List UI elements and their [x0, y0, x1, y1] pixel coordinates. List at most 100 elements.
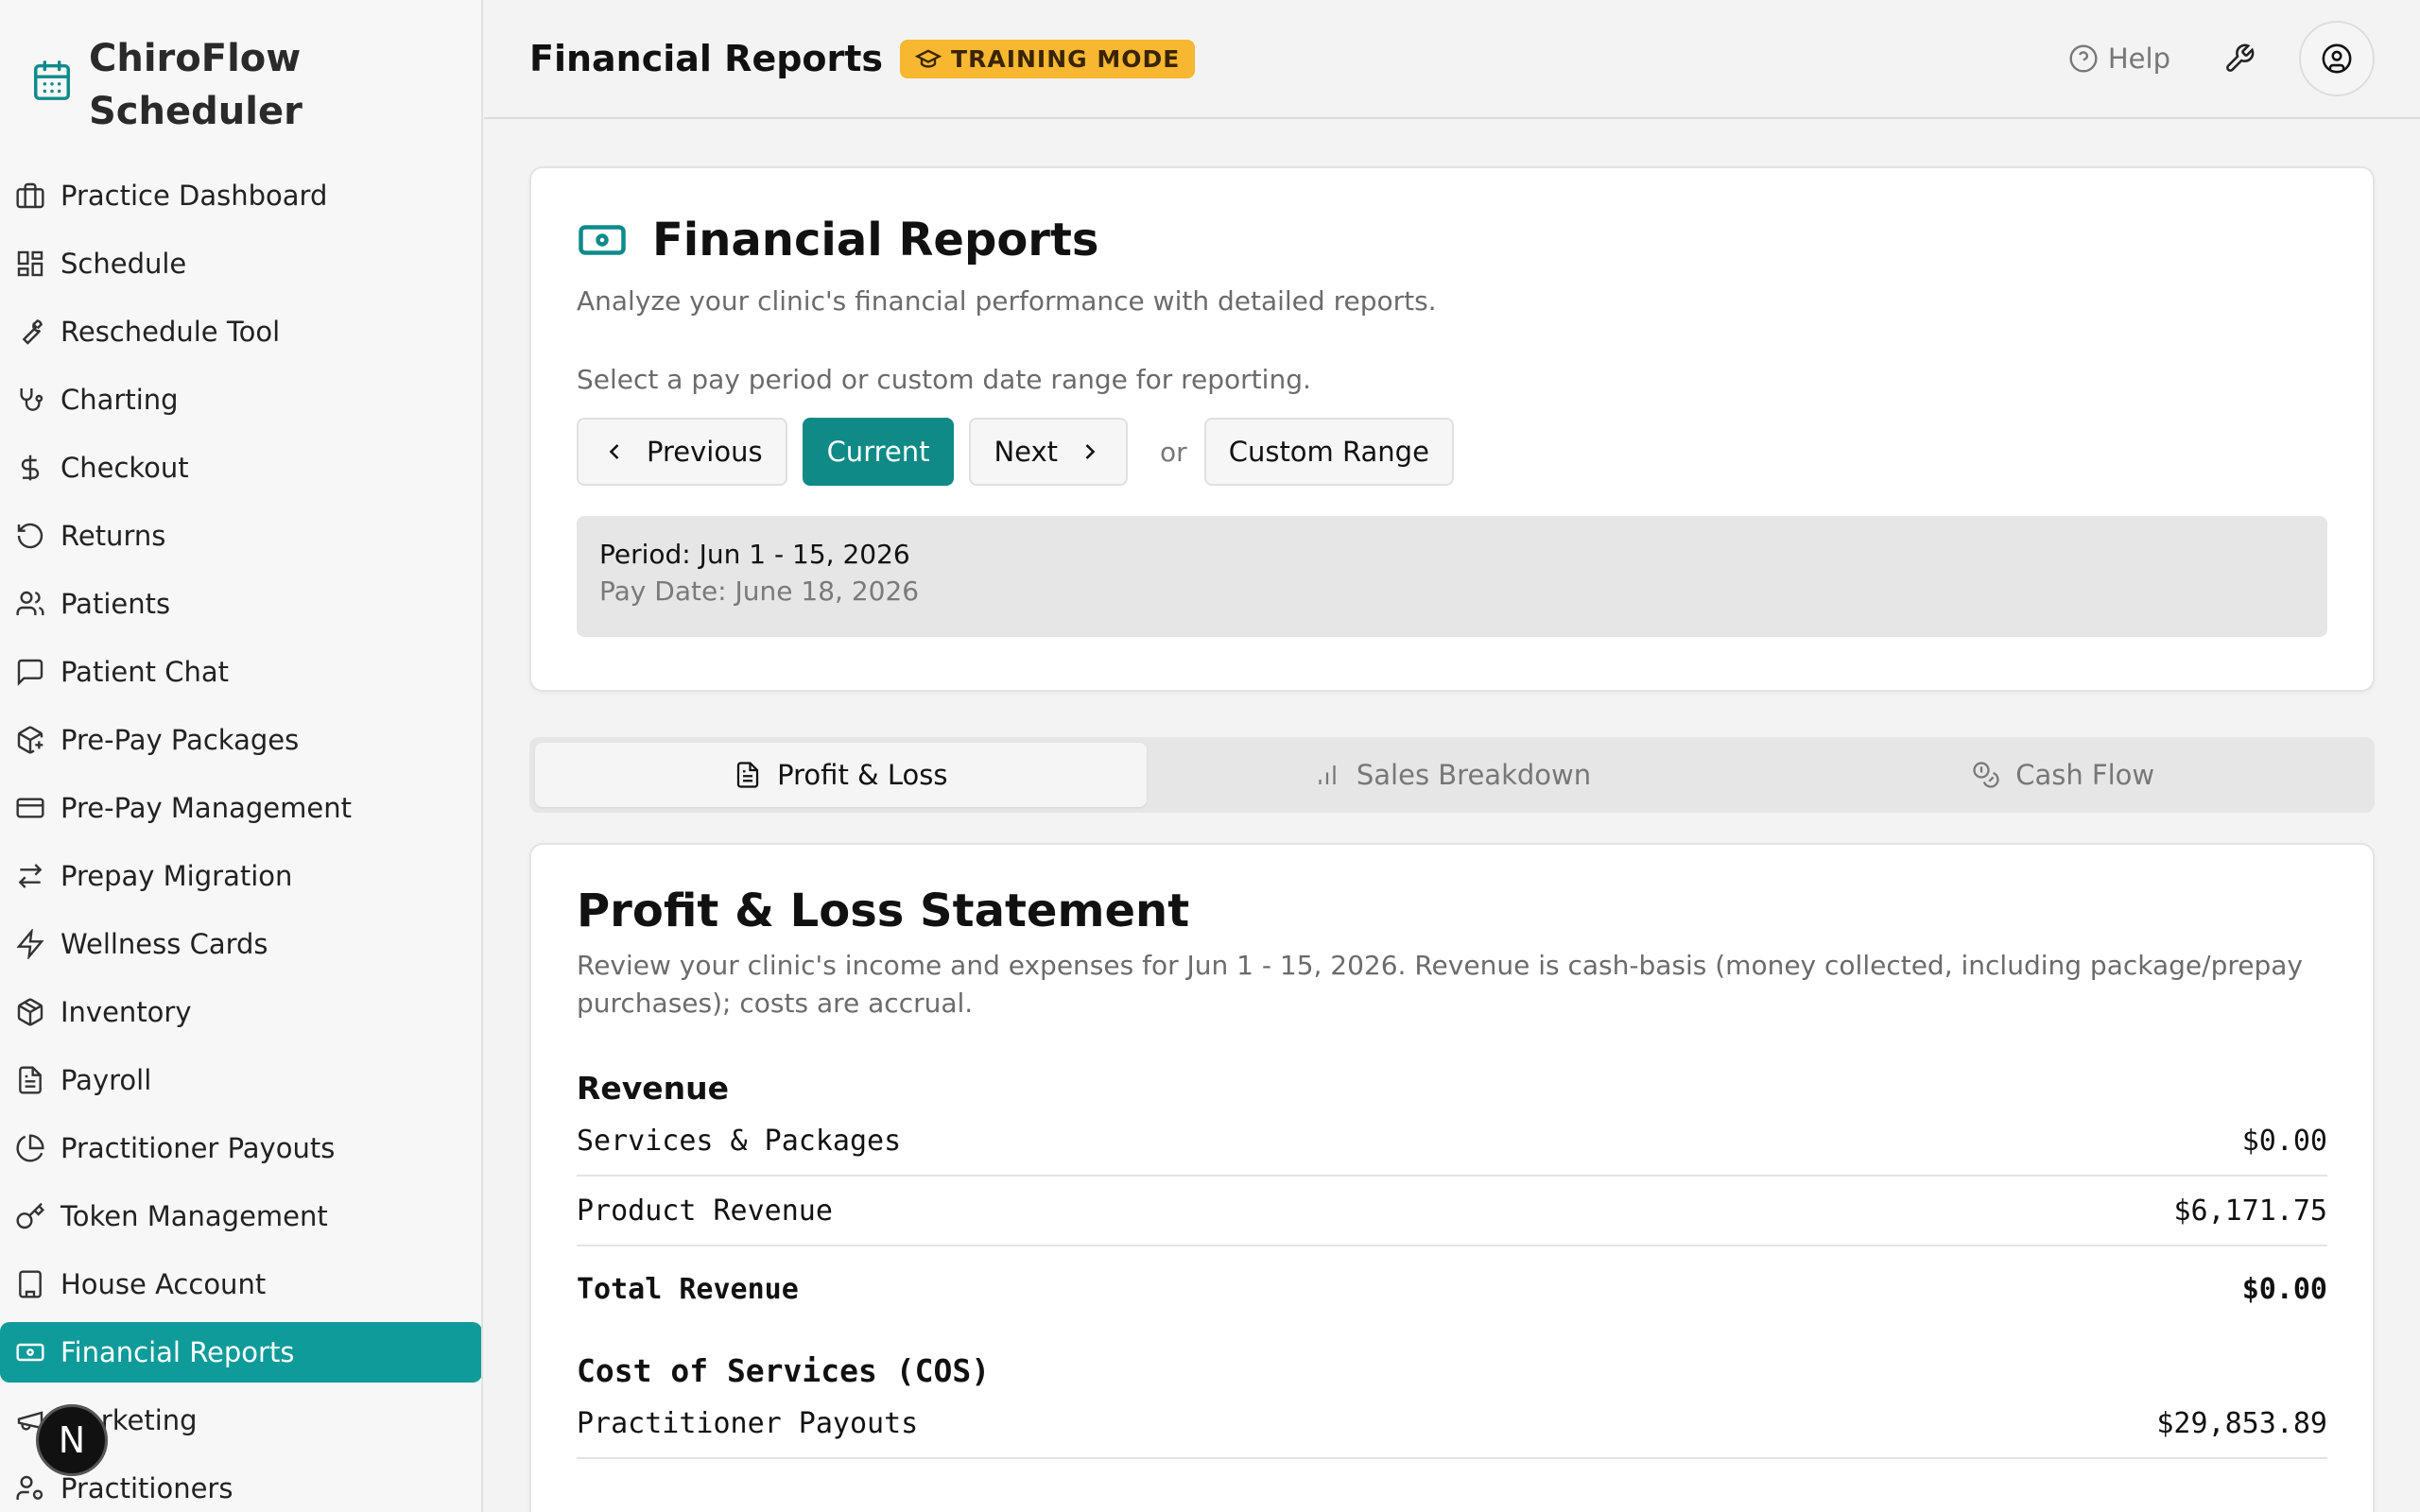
row-value: $6,171.75: [2173, 1194, 2327, 1228]
sidebar-item-label: Patients: [60, 588, 171, 620]
sidebar-item-charting[interactable]: Charting: [0, 369, 481, 430]
bank-icon: [19, 1270, 42, 1298]
sidebar-item-patient-chat[interactable]: Patient Chat: [0, 642, 481, 702]
sidebar-item-house-account[interactable]: House Account: [0, 1254, 481, 1314]
sidebar-item-schedule[interactable]: Schedule: [0, 233, 481, 294]
user-avatar-button[interactable]: [2299, 21, 2375, 96]
pie-chart-icon: [16, 1134, 44, 1162]
sidebar-item-practitioner-payouts[interactable]: Practitioner Payouts: [0, 1118, 481, 1178]
chevron-right-icon: [1085, 444, 1096, 459]
table-row: Practitioner Payouts $29,853.89: [577, 1389, 2327, 1459]
sidebar-item-pre-pay-packages[interactable]: Pre-Pay Packages: [0, 710, 481, 770]
sidebar-item-label: Reschedule Tool: [60, 316, 281, 348]
sidebar-item-practice-dashboard[interactable]: Practice Dashboard: [0, 165, 481, 226]
sidebar-item-label: Checkout: [60, 452, 189, 484]
sidebar-item-patients[interactable]: Patients: [0, 574, 481, 634]
profit-loss-card: Profit & Loss Statement Review your clin…: [529, 843, 2375, 1512]
users-icon: [16, 591, 44, 615]
table-row: Product Revenue $6,171.75: [577, 1177, 2327, 1246]
grid-icon: [17, 250, 43, 277]
tab-label: Profit & Loss: [777, 759, 948, 791]
wrench-icon[interactable]: [2223, 43, 2256, 75]
sidebar-item-label: Schedule: [60, 248, 187, 280]
sidebar-item-prepay-migration[interactable]: Prepay Migration: [0, 846, 481, 906]
tab-sales-breakdown[interactable]: Sales Breakdown: [1147, 743, 1758, 807]
brand[interactable]: ChiroFlow Scheduler: [0, 0, 481, 165]
sidebar-item-financial-reports[interactable]: Financial Reports: [0, 1322, 481, 1383]
tab-label: Sales Breakdown: [1356, 759, 1592, 791]
sidebar-item-returns[interactable]: Returns: [0, 506, 481, 566]
sidebar-item-label: Patient Chat: [60, 656, 229, 688]
top-header: Financial Reports TRAINING MODE Help: [484, 0, 2420, 119]
key-icon: [16, 1202, 45, 1229]
card-subtitle: Analyze your clinic's financial performa…: [577, 285, 1437, 317]
previous-label: Previous: [647, 436, 763, 468]
training-mode-label: TRAINING MODE: [951, 44, 1181, 73]
row-label: Total Revenue: [577, 1272, 799, 1306]
sidebar-item-label: House Account: [60, 1268, 267, 1300]
custom-range-button[interactable]: Custom Range: [1203, 418, 1454, 486]
chevron-left-icon: [609, 444, 619, 459]
previous-button[interactable]: Previous: [577, 418, 787, 486]
total-revenue-row: Total Revenue $0.00: [577, 1246, 2327, 1332]
period-hint: Select a pay period or custom date range…: [577, 364, 1311, 395]
arrows-icon: [18, 864, 43, 888]
card-title-text: Financial Reports: [652, 214, 1099, 266]
help-label: Help: [2107, 43, 2170, 75]
page-title: Financial Reports: [529, 38, 884, 79]
wrench-icon: [22, 319, 43, 345]
message-icon: [17, 659, 43, 686]
help-button[interactable]: Help: [2068, 43, 2170, 75]
next-button[interactable]: Next: [969, 418, 1129, 486]
banknote-icon: [16, 1343, 44, 1362]
row-label: Product Revenue: [577, 1194, 833, 1228]
tab-profit-loss[interactable]: Profit & Loss: [535, 743, 1147, 807]
sidebar-item-wellness-cards[interactable]: Wellness Cards: [0, 914, 481, 974]
sidebar-item-checkout[interactable]: Checkout: [0, 438, 481, 498]
bar-chart-icon: [1319, 765, 1336, 784]
user-circle-icon: [2322, 43, 2352, 74]
row-value: $29,853.89: [2156, 1406, 2327, 1440]
financial-reports-card: Financial Reports Analyze your clinic's …: [529, 166, 2375, 692]
sidebar-item-label: Pre-Pay Packages: [60, 724, 300, 756]
sidebar-item-reschedule-tool[interactable]: Reschedule Tool: [0, 301, 481, 362]
card-title: Financial Reports: [577, 214, 2327, 266]
zap-icon: [16, 929, 44, 959]
sidebar-item-label: Practice Dashboard: [60, 180, 328, 212]
rotate-ccw-icon: [17, 523, 43, 549]
file-text-icon: [737, 762, 759, 788]
sidebar-item-token-management[interactable]: Token Management: [0, 1186, 481, 1246]
tab-cash-flow[interactable]: Cash Flow: [1757, 743, 2369, 807]
banknote-icon: [579, 225, 626, 255]
row-value: $0.00: [2241, 1272, 2327, 1306]
sidebar-item-label: Payroll: [60, 1064, 152, 1096]
tab-label: Cash Flow: [2015, 759, 2155, 791]
row-label: Practitioner Payouts: [577, 1406, 919, 1440]
row-value: $0.00: [2241, 1124, 2327, 1158]
current-button[interactable]: Current: [802, 418, 955, 486]
sidebar-nav: Practice Dashboard Schedule Reschedule T…: [0, 165, 481, 1512]
coins-icon: [1973, 762, 1999, 788]
row-label: Services & Packages: [577, 1124, 902, 1158]
calendar-icon: [34, 60, 70, 100]
sidebar-item-label: Inventory: [60, 996, 192, 1028]
period-info: Period: Jun 1 - 15, 2026 Pay Date: June …: [577, 516, 2327, 637]
report-tabs: Profit & Loss Sales Breakdown Cash Flow: [529, 737, 2375, 813]
header-actions: Help: [2068, 21, 2375, 96]
pay-date: Pay Date: June 18, 2026: [599, 576, 920, 607]
graduation-cap-icon: [915, 49, 942, 68]
credit-card-icon: [16, 798, 44, 818]
stethoscope-icon: [20, 388, 43, 411]
file-text-icon: [19, 1066, 42, 1094]
package-plus-icon: [17, 726, 43, 754]
sidebar-item-payroll[interactable]: Payroll: [0, 1050, 481, 1110]
dev-tools-badge[interactable]: N: [36, 1404, 108, 1476]
building-icon: [16, 182, 44, 209]
sidebar-item-pre-pay-management[interactable]: Pre-Pay Management: [0, 778, 481, 838]
help-circle-icon: [2069, 44, 2098, 73]
sidebar-item-label: Token Management: [60, 1200, 328, 1232]
sidebar-item-label: Pre-Pay Management: [60, 792, 352, 824]
table-row: Services & Packages $0.00: [577, 1107, 2327, 1177]
sidebar-item-inventory[interactable]: Inventory: [0, 982, 481, 1042]
revenue-heading: Revenue: [577, 1070, 730, 1107]
